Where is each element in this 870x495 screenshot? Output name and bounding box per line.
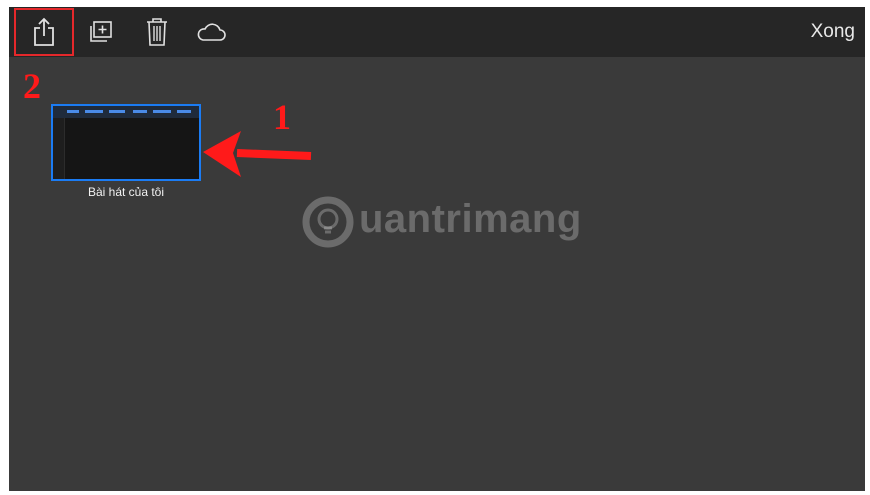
icloud-button[interactable] (195, 15, 227, 49)
projects-screen: Xong 2 1 Bài hát của tôi uantrimang (9, 7, 865, 491)
project-title[interactable]: Bài hát của tôi (51, 185, 201, 199)
watermark-text: uantrimang (359, 197, 582, 241)
share-button[interactable] (28, 15, 60, 49)
done-button[interactable]: Xong (811, 21, 855, 43)
toolbar: Xong (9, 7, 865, 57)
thumbnail-timeline-ruler (53, 106, 199, 118)
share-icon (34, 17, 54, 46)
project-thumbnail[interactable] (51, 104, 201, 181)
new-project-icon (90, 21, 112, 42)
annotation-number-2: 2 (23, 66, 41, 106)
lightbulb-logo-icon (302, 196, 354, 248)
new-project-button[interactable] (85, 15, 117, 49)
delete-button[interactable] (141, 15, 173, 49)
cloud-icon (197, 23, 226, 41)
thumbnail-track-header (53, 118, 65, 179)
watermark: uantrimang (299, 193, 604, 253)
trash-icon (147, 18, 167, 46)
red-arrow-annotation (203, 131, 312, 177)
